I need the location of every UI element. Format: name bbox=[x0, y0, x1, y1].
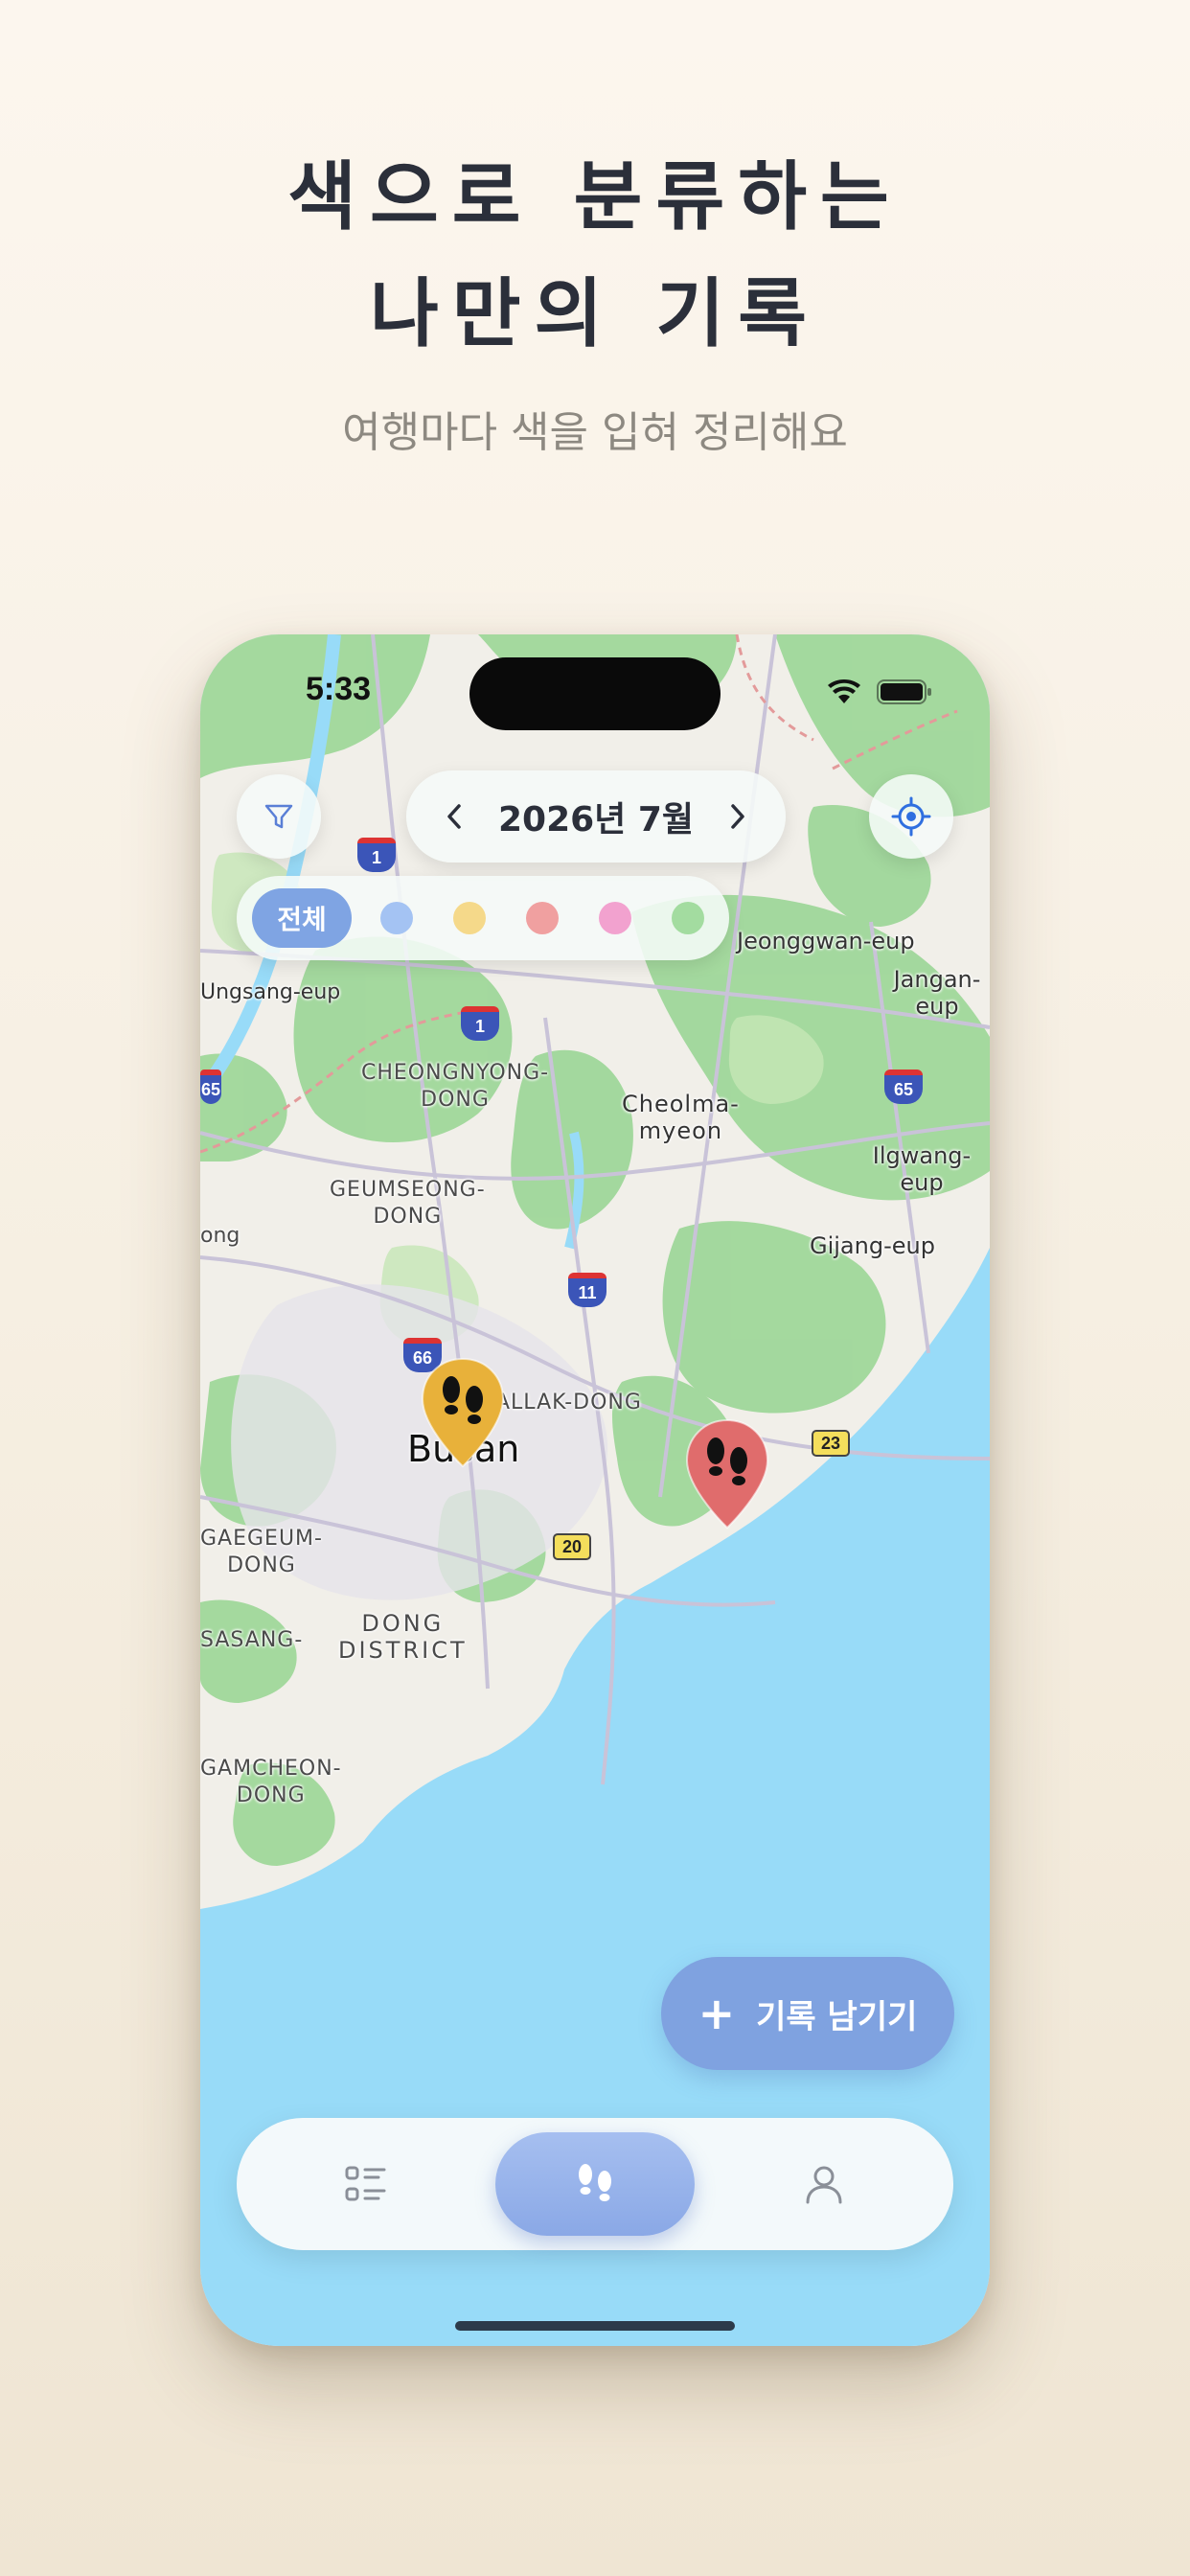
locate-button[interactable] bbox=[869, 774, 953, 859]
footprints-icon bbox=[579, 2164, 611, 2201]
month-selector: 2026년 7월 bbox=[406, 770, 786, 862]
phone-frame: CHEONGNYONG- DONG GEUMSEONG- DONG Cheolm… bbox=[200, 634, 990, 2346]
map-label-dong-district: DONG DISTRICT bbox=[338, 1610, 468, 1664]
status-time: 5:33 bbox=[306, 671, 372, 707]
tab-profile[interactable] bbox=[695, 2118, 953, 2250]
color-dot-blue[interactable] bbox=[380, 902, 413, 934]
add-record-button[interactable]: + 기록 남기기 bbox=[661, 1957, 954, 2070]
road-shield-1: 1 bbox=[357, 838, 396, 872]
color-dot-red[interactable] bbox=[526, 902, 559, 934]
subheadline: 여행마다 색을 입혀 정리해요 bbox=[342, 408, 848, 457]
map-label-gamcheon: GAMCHEON- DONG bbox=[200, 1757, 342, 1807]
chevron-left-icon bbox=[447, 804, 461, 829]
road-shield-23: 23 bbox=[812, 1430, 850, 1457]
chevron-right-icon bbox=[731, 804, 744, 829]
filter-icon bbox=[264, 804, 293, 829]
filter-button[interactable] bbox=[237, 774, 321, 859]
road-shield-20: 20 bbox=[553, 1533, 591, 1560]
map-label-geumseong: GEUMSEONG- DONG bbox=[330, 1178, 486, 1229]
map-label-gaegeum: GAEGEUM- DONG bbox=[200, 1527, 323, 1577]
map-label-sasang: SASANG- bbox=[200, 1628, 304, 1652]
map-label-bukgu: ong bbox=[200, 1224, 240, 1248]
color-dot-yellow[interactable] bbox=[453, 902, 486, 934]
road-shield-1b: 1 bbox=[461, 1006, 499, 1041]
color-filter-bar: 전체 bbox=[237, 876, 729, 960]
tab-list[interactable] bbox=[237, 2118, 495, 2250]
road-shield-11: 11 bbox=[568, 1273, 606, 1307]
battery-icon bbox=[877, 679, 931, 704]
map-label-jangan: Jangan-eup bbox=[893, 966, 981, 1020]
map-label-cheongnyong: CHEONGNYONG- DONG bbox=[361, 1061, 550, 1112]
add-record-label: 기록 남기기 bbox=[756, 1997, 918, 2036]
road-shield-65: 65 bbox=[884, 1070, 923, 1104]
color-dot-pink[interactable] bbox=[599, 902, 631, 934]
red-marker[interactable] bbox=[681, 1416, 773, 1531]
home-indicator bbox=[455, 2321, 735, 2331]
list-icon bbox=[345, 2166, 386, 2201]
person-icon bbox=[806, 2166, 842, 2204]
tab-map[interactable] bbox=[495, 2132, 695, 2236]
wifi-icon bbox=[828, 679, 860, 703]
map-label-jeonggwan: Jeonggwan-eup bbox=[737, 928, 915, 954]
month-label[interactable]: 2026년 7월 bbox=[498, 792, 694, 841]
prev-month-button[interactable] bbox=[435, 797, 473, 836]
map-label-ilgwang: Ilgwang-eup bbox=[872, 1142, 972, 1196]
map-label-gijang: Gijang-eup bbox=[810, 1232, 935, 1259]
road-shield-65b: 65 bbox=[200, 1070, 221, 1104]
status-icons bbox=[827, 678, 932, 705]
headline-line2: 나만의 기록 bbox=[370, 271, 820, 357]
map-label-ungsang: Ungsang-eup bbox=[200, 980, 341, 1004]
tab-bar bbox=[237, 2118, 953, 2250]
headline-line1: 색으로 분류하는 bbox=[287, 154, 903, 241]
map-label-allak: ALLAK-DONG bbox=[495, 1391, 642, 1414]
color-dot-green[interactable] bbox=[672, 902, 704, 934]
plus-icon: + bbox=[698, 1988, 736, 2039]
map-label-cheolma: Cheolma- myeon bbox=[622, 1091, 740, 1144]
crosshair-icon bbox=[891, 796, 931, 837]
filter-all-chip[interactable]: 전체 bbox=[252, 888, 352, 948]
yellow-marker[interactable] bbox=[417, 1355, 509, 1470]
next-month-button[interactable] bbox=[719, 797, 757, 836]
dynamic-island bbox=[469, 657, 721, 730]
